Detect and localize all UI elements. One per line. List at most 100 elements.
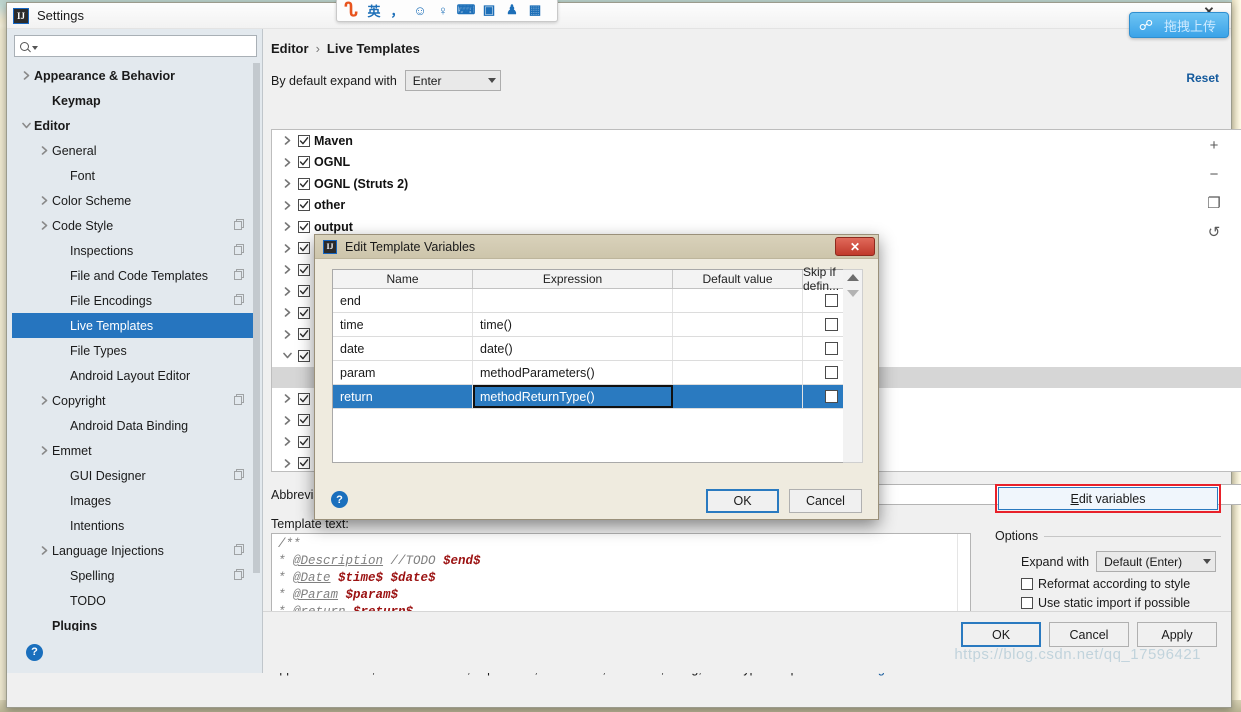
- sidebar-item-keymap[interactable]: Keymap: [12, 88, 257, 113]
- dialog-help-icon[interactable]: ?: [331, 491, 348, 508]
- option-checkbox-row[interactable]: Reformat according to style: [995, 577, 1221, 591]
- sidebar-item-font[interactable]: Font: [12, 163, 257, 188]
- variable-name-cell[interactable]: time: [333, 313, 473, 336]
- move-up-icon[interactable]: [847, 274, 859, 281]
- checkbox-unchecked[interactable]: [825, 366, 838, 379]
- variables-table-empty-area[interactable]: [333, 409, 861, 479]
- chevron-right-icon[interactable]: [280, 437, 294, 446]
- group-checkbox[interactable]: [298, 393, 310, 405]
- variable-default-value-cell[interactable]: [673, 361, 803, 384]
- group-checkbox[interactable]: [298, 221, 310, 233]
- add-template-button[interactable]: +: [1203, 135, 1225, 155]
- variables-table-scroll-buttons[interactable]: [843, 269, 863, 463]
- checkbox-unchecked[interactable]: [825, 390, 838, 403]
- variable-default-value-cell[interactable]: [673, 385, 803, 408]
- chevron-right-icon[interactable]: [280, 265, 294, 274]
- group-checkbox[interactable]: [298, 457, 310, 469]
- breadcrumb-root[interactable]: Editor: [271, 41, 309, 56]
- variables-table-row[interactable]: timetime(): [333, 313, 861, 337]
- settings-tree[interactable]: Appearance & BehaviorKeymapEditorGeneral…: [12, 63, 257, 631]
- group-checkbox[interactable]: [298, 285, 310, 297]
- variable-expression-cell[interactable]: time(): [473, 313, 673, 336]
- sidebar-item-plugins[interactable]: Plugins: [12, 613, 257, 631]
- expand-with-select[interactable]: Default (Enter): [1096, 551, 1216, 572]
- checkbox-unchecked[interactable]: [1021, 597, 1033, 609]
- chevron-right-icon[interactable]: [280, 222, 294, 231]
- sidebar-item-android-layout-editor[interactable]: Android Layout Editor: [12, 363, 257, 388]
- chevron-right-icon[interactable]: [280, 136, 294, 145]
- cancel-button[interactable]: Cancel: [1049, 622, 1129, 647]
- chevron-right-icon[interactable]: [280, 158, 294, 167]
- group-checkbox[interactable]: [298, 414, 310, 426]
- search-dropdown-caret-icon[interactable]: [32, 46, 38, 50]
- variable-name-cell[interactable]: date: [333, 337, 473, 360]
- sidebar-item-code-style[interactable]: Code Style: [12, 213, 257, 238]
- variable-default-value-cell[interactable]: [673, 289, 803, 312]
- chevron-right-icon[interactable]: [36, 146, 52, 155]
- chevron-right-icon[interactable]: [36, 446, 52, 455]
- cancel-button[interactable]: Cancel: [789, 489, 862, 513]
- group-checkbox[interactable]: [298, 156, 310, 168]
- checkbox-unchecked[interactable]: [825, 342, 838, 355]
- chevron-right-icon[interactable]: [280, 416, 294, 425]
- reset-link[interactable]: Reset: [1186, 71, 1219, 85]
- chevron-right-icon[interactable]: [36, 396, 52, 405]
- variables-table-rows[interactable]: endtimetime()datedate()parammethodParame…: [333, 289, 861, 479]
- group-checkbox[interactable]: [298, 264, 310, 276]
- edit-variables-button[interactable]: Edit variables: [998, 487, 1218, 510]
- group-checkbox[interactable]: [298, 436, 310, 448]
- apply-button[interactable]: Apply: [1137, 622, 1217, 647]
- default-expand-select[interactable]: Enter: [405, 70, 501, 91]
- chevron-right-icon[interactable]: [36, 221, 52, 230]
- chevron-down-icon[interactable]: [280, 351, 294, 360]
- sidebar-scrollbar-thumb[interactable]: [253, 63, 260, 573]
- checkbox-unchecked[interactable]: [825, 318, 838, 331]
- sidebar-item-todo[interactable]: TODO: [12, 588, 257, 613]
- chevron-right-icon[interactable]: [280, 330, 294, 339]
- drag-upload-chip[interactable]: ☍ 拖拽上传: [1129, 12, 1229, 38]
- chevron-right-icon[interactable]: [280, 287, 294, 296]
- search-box[interactable]: [14, 35, 257, 57]
- sidebar-item-android-data-binding[interactable]: Android Data Binding: [12, 413, 257, 438]
- group-checkbox[interactable]: [298, 178, 310, 190]
- variables-table[interactable]: NameExpressionDefault valueSkip if defin…: [332, 269, 862, 463]
- chevron-right-icon[interactable]: [36, 546, 52, 555]
- variable-default-value-cell[interactable]: [673, 337, 803, 360]
- sidebar-item-editor[interactable]: Editor: [12, 113, 257, 138]
- ok-button[interactable]: OK: [706, 489, 779, 513]
- remove-template-button[interactable]: −: [1203, 164, 1225, 184]
- variable-name-cell[interactable]: param: [333, 361, 473, 384]
- variable-expression-cell[interactable]: methodReturnType(): [473, 385, 673, 408]
- group-checkbox[interactable]: [298, 135, 310, 147]
- variables-table-row[interactable]: end: [333, 289, 861, 313]
- group-checkbox[interactable]: [298, 199, 310, 211]
- sidebar-item-appearance-behavior[interactable]: Appearance & Behavior: [12, 63, 257, 88]
- chevron-right-icon[interactable]: [36, 196, 52, 205]
- chevron-right-icon[interactable]: [280, 179, 294, 188]
- checkbox-unchecked[interactable]: [1021, 578, 1033, 590]
- group-checkbox[interactable]: [298, 328, 310, 340]
- move-down-icon[interactable]: [847, 290, 859, 297]
- variable-default-value-cell[interactable]: [673, 313, 803, 336]
- chevron-down-icon[interactable]: [18, 121, 34, 130]
- group-checkbox[interactable]: [298, 350, 310, 362]
- template-group-row[interactable]: OGNL (Struts 2): [272, 173, 1241, 195]
- sidebar-scrollbar[interactable]: [253, 63, 260, 655]
- sidebar-item-spelling[interactable]: Spelling: [12, 563, 257, 588]
- checkbox-unchecked[interactable]: [825, 294, 838, 307]
- group-checkbox[interactable]: [298, 307, 310, 319]
- search-input[interactable]: [42, 38, 251, 54]
- option-checkbox-row[interactable]: Use static import if possible: [995, 596, 1221, 610]
- sidebar-item-file-encodings[interactable]: File Encodings: [12, 288, 257, 313]
- variable-expression-cell[interactable]: methodParameters(): [473, 361, 673, 384]
- chevron-right-icon[interactable]: [280, 308, 294, 317]
- sidebar-item-gui-designer[interactable]: GUI Designer: [12, 463, 257, 488]
- chevron-right-icon[interactable]: [18, 71, 34, 80]
- variable-expression-cell[interactable]: [473, 289, 673, 312]
- sidebar-item-inspections[interactable]: Inspections: [12, 238, 257, 263]
- template-group-row[interactable]: other: [272, 195, 1241, 217]
- sidebar-item-intentions[interactable]: Intentions: [12, 513, 257, 538]
- chevron-right-icon[interactable]: [280, 394, 294, 403]
- ok-button[interactable]: OK: [961, 622, 1041, 647]
- sidebar-item-images[interactable]: Images: [12, 488, 257, 513]
